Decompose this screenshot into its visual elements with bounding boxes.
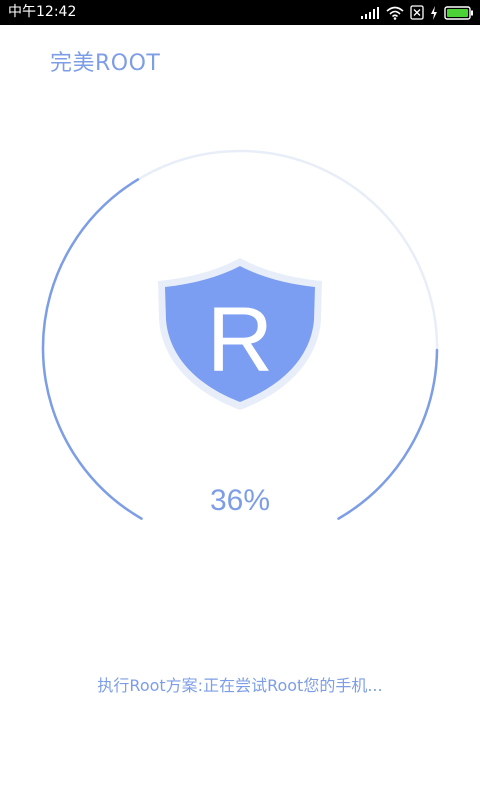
battery-icon [444,5,473,20]
status-icons [360,3,474,22]
signal-bars-icon [361,6,379,19]
status-time: 中午12:42 [8,4,77,20]
charging-bolt-icon [431,5,437,20]
app-title: 完美ROOT [50,51,161,76]
shield-icon: R [158,258,322,410]
wifi-icon [386,6,404,20]
status-message: 执行Root方案:正在尝试Root您的手机... [97,676,383,695]
sim-disabled-icon [410,5,424,20]
status-bar: 中午12:42 [0,0,480,25]
progress-percent: 36% [209,484,271,517]
shield-letter: R [207,289,273,391]
